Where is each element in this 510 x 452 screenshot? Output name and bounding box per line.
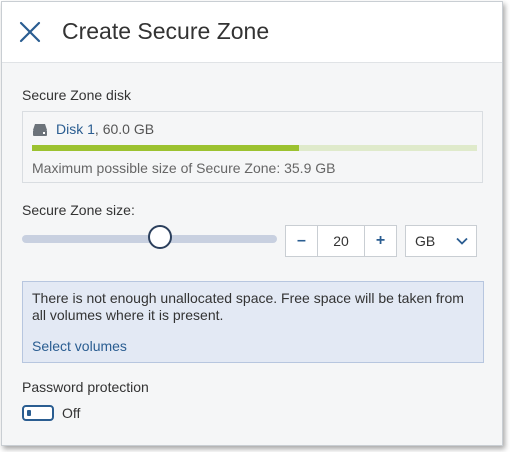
size-slider-thumb[interactable] [147, 225, 172, 249]
disk-size: 60.0 GB [102, 121, 155, 137]
toggle-knob [27, 410, 31, 416]
disk-name[interactable]: Disk 1, 60.0 GB [56, 121, 154, 137]
secure-zone-disk-label: Secure Zone disk [22, 87, 131, 103]
disk-usage-bar [32, 145, 477, 151]
disk-separator: , [94, 121, 99, 137]
close-icon[interactable] [18, 20, 42, 44]
create-secure-zone-dialog: Create Secure Zone Secure Zone disk Disk… [1, 1, 503, 446]
decrement-button[interactable]: – [286, 226, 318, 256]
size-value-input[interactable]: 20 [318, 226, 364, 256]
toggle-state-label: Off [62, 405, 81, 421]
info-message-box: There is not enough unallocated space. F… [22, 281, 484, 363]
max-size-text: Maximum possible size of Secure Zone: 35… [32, 160, 336, 176]
disk-name-label: Disk 1 [56, 121, 95, 137]
password-protection-label: Password protection [22, 379, 149, 395]
chevron-down-icon [456, 237, 468, 245]
hard-drive-icon [33, 124, 47, 136]
info-message: There is not enough unallocated space. F… [32, 290, 464, 323]
disk-selector[interactable]: Disk 1, 60.0 GB Maximum possible size of… [22, 111, 483, 183]
select-volumes-link[interactable]: Select volumes [32, 338, 127, 354]
unit-value: GB [415, 233, 436, 249]
unit-select[interactable]: GB [405, 225, 477, 257]
dialog-header: Create Secure Zone [2, 2, 502, 63]
password-toggle[interactable] [22, 405, 54, 421]
increment-button[interactable]: + [364, 226, 396, 256]
secure-zone-size-label: Secure Zone size: [22, 202, 135, 218]
size-stepper: – 20 + [285, 225, 397, 257]
disk-usage-fill [32, 145, 299, 151]
dialog-title: Create Secure Zone [62, 18, 270, 44]
